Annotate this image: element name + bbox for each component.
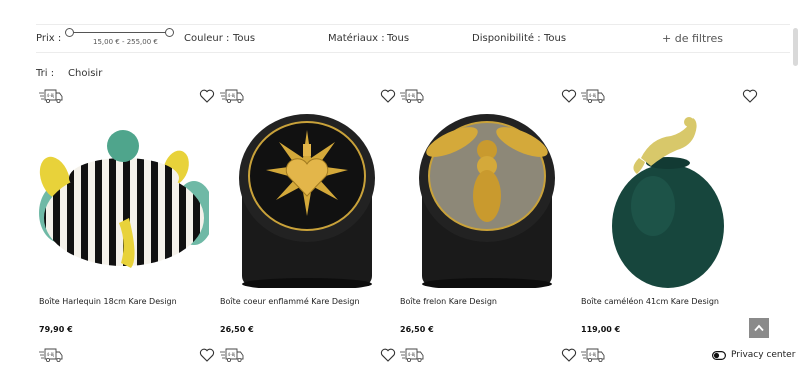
heart-icon[interactable] [561, 88, 577, 104]
product-image[interactable] [39, 108, 209, 288]
heart-icon[interactable] [199, 88, 215, 104]
product-price: 119,00 € [581, 325, 621, 334]
sort-select[interactable]: Choisir [68, 68, 102, 79]
product-name[interactable]: Boîte Harlequin 18cm Kare Design [39, 297, 177, 306]
svg-text:4-8j: 4-8j [47, 352, 55, 357]
delivery-truck-icon: 4-8j [220, 348, 244, 362]
material-filter-value[interactable]: Tous [387, 33, 409, 44]
sort-label: Tri : [36, 68, 55, 79]
chevron-up-icon [754, 324, 764, 332]
more-filters-link[interactable]: + de filtres [662, 32, 723, 45]
availability-filter-value[interactable]: Tous [544, 33, 566, 44]
delivery-truck-icon: 4-8j [39, 89, 63, 103]
product-card[interactable]: 4-8j Boîte coeur enflammé Kare Design 26… [220, 88, 390, 338]
price-slider-max-handle[interactable] [165, 28, 174, 37]
privacy-toggle-icon [712, 350, 726, 360]
product-image[interactable] [220, 108, 390, 288]
svg-text:4-8j: 4-8j [228, 93, 236, 98]
svg-text:4-8j: 4-8j [47, 93, 55, 98]
heart-icon[interactable] [561, 347, 577, 363]
product-price: 79,90 € [39, 325, 73, 334]
page-scrollbar[interactable] [793, 28, 798, 66]
product-name[interactable]: Boîte caméléon 41cm Kare Design [581, 297, 719, 306]
delivery-truck-icon: 4-8j [220, 89, 244, 103]
scroll-to-top-button[interactable] [749, 318, 769, 338]
filter-bar-top-divider [36, 24, 790, 25]
privacy-center-button[interactable]: Privacy center [712, 350, 795, 360]
color-filter-label: Couleur : [184, 33, 230, 44]
price-filter-label: Prix : [36, 33, 62, 44]
product-card[interactable]: 4-8j Boîte caméléon 41cm Kare Design 119… [581, 88, 751, 338]
price-slider-track[interactable] [69, 32, 169, 33]
product-price: 26,50 € [400, 325, 434, 334]
delivery-truck-icon: 4-8j [39, 348, 63, 362]
heart-icon[interactable] [380, 347, 396, 363]
material-filter-label: Matériaux : [328, 33, 385, 44]
svg-text:4-8j: 4-8j [589, 352, 597, 357]
product-image[interactable] [400, 108, 570, 288]
product-card[interactable]: 4-8j Boîte Harlequin 18cm Kare Design 79… [39, 88, 209, 338]
heart-icon[interactable] [199, 347, 215, 363]
heart-icon[interactable] [742, 88, 758, 104]
product-name[interactable]: Boîte frelon Kare Design [400, 297, 497, 306]
product-image[interactable] [581, 108, 751, 288]
delivery-truck-icon: 4-8j [581, 89, 605, 103]
product-card[interactable]: 4-8j Boîte frelon Kare Design 26,50 € [400, 88, 570, 338]
heart-icon[interactable] [380, 88, 396, 104]
svg-text:4-8j: 4-8j [408, 352, 416, 357]
svg-text:4-8j: 4-8j [589, 93, 597, 98]
delivery-truck-icon: 4-8j [400, 89, 424, 103]
privacy-center-label: Privacy center [731, 350, 796, 360]
svg-text:4-8j: 4-8j [408, 93, 416, 98]
availability-filter-label: Disponibilité : [472, 33, 541, 44]
color-filter-value[interactable]: Tous [233, 33, 255, 44]
filter-bar-bottom-divider [36, 52, 790, 53]
product-price: 26,50 € [220, 325, 254, 334]
price-range-text: 15,00 € - 255,00 € [93, 38, 158, 46]
delivery-truck-icon: 4-8j [400, 348, 424, 362]
product-name[interactable]: Boîte coeur enflammé Kare Design [220, 297, 360, 306]
delivery-truck-icon: 4-8j [581, 348, 605, 362]
svg-text:4-8j: 4-8j [228, 352, 236, 357]
price-slider-min-handle[interactable] [65, 28, 74, 37]
